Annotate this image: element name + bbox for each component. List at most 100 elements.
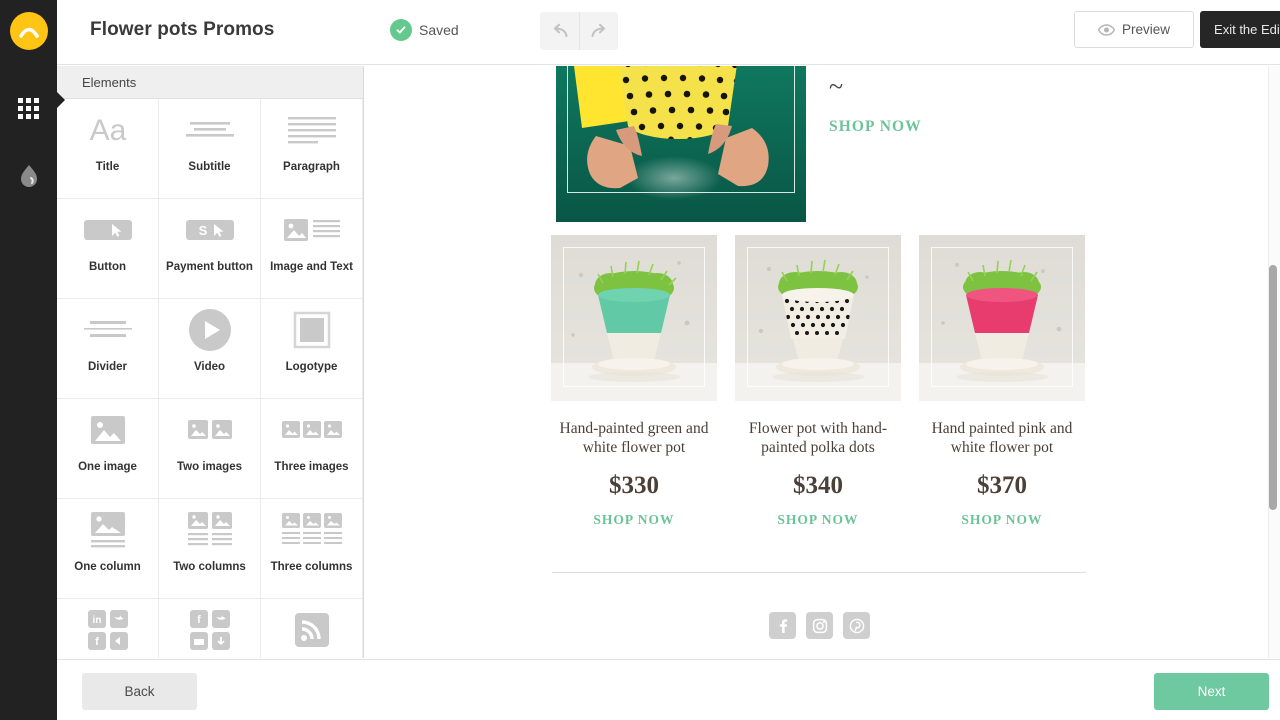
save-status-label: Saved <box>419 22 459 38</box>
elements-grid: Aa Title Subtitle Paragraph Button S Pay… <box>57 99 363 658</box>
arch-logo-icon <box>19 27 39 38</box>
element-tile-three-columns[interactable]: Three columns <box>261 499 363 599</box>
element-tile-video[interactable]: Video <box>159 299 261 399</box>
instagram-link[interactable] <box>806 612 833 639</box>
element-tile-label: Title <box>95 161 120 173</box>
redo-arrow-icon <box>590 23 605 38</box>
element-tile-label: One column <box>74 561 141 573</box>
logotype-square-icon <box>293 299 331 361</box>
payment-button-icon: S <box>184 199 236 261</box>
social-facebook-twitter-icon: f <box>189 599 231 658</box>
preview-button[interactable]: Preview <box>1074 11 1194 48</box>
product-shop-now-link[interactable]: SHOP NOW <box>961 512 1042 528</box>
one-image-icon <box>89 399 127 461</box>
element-tile-button[interactable]: Button <box>57 199 159 299</box>
canvas-scrollbar-thumb[interactable] <box>1269 265 1277 510</box>
one-column-icon <box>88 499 128 561</box>
element-tile-label: Two columns <box>173 561 246 573</box>
product-image-frame <box>563 247 705 387</box>
element-tile-divider[interactable]: Divider <box>57 299 159 399</box>
product-grid: Hand-painted green and white flower pot … <box>551 235 1086 528</box>
elements-panel: Elements Aa Title Subtitle Paragraph But… <box>57 66 364 658</box>
element-tile-logotype[interactable]: Logotype <box>261 299 363 399</box>
product-image[interactable] <box>735 235 901 401</box>
social-linkedin-twitter-icon: in f <box>87 599 129 658</box>
exit-editor-label: Exit the Editor <box>1214 22 1280 37</box>
element-tile-paragraph[interactable]: Paragraph <box>261 99 363 199</box>
back-button[interactable]: Back <box>82 673 197 710</box>
sidebar-item-design[interactable] <box>0 156 57 196</box>
hero-text-block: ~ SHOP NOW <box>829 74 1059 136</box>
next-button[interactable]: Next <box>1154 673 1269 710</box>
next-button-label: Next <box>1197 684 1226 699</box>
button-cursor-icon <box>82 199 134 261</box>
exit-editor-button[interactable]: Exit the Editor <box>1200 11 1280 48</box>
hero-image-frame <box>567 66 795 193</box>
element-tile-one-image[interactable]: One image <box>57 399 159 499</box>
subtitle-lines-icon <box>185 99 235 161</box>
two-columns-icon <box>187 499 233 561</box>
facebook-icon <box>779 618 787 633</box>
element-tile-one-column[interactable]: One column <box>57 499 159 599</box>
element-tile-payment-button[interactable]: S Payment button <box>159 199 261 299</box>
back-button-label: Back <box>124 684 155 699</box>
svg-text:in: in <box>92 615 101 626</box>
element-tile-two-images[interactable]: Two images <box>159 399 261 499</box>
product-image[interactable] <box>551 235 717 401</box>
svg-text:f: f <box>197 614 201 626</box>
pinterest-link[interactable] <box>843 612 870 639</box>
instagram-icon <box>812 618 827 633</box>
page-title: Flower pots Promos <box>90 19 275 40</box>
element-tile-three-images[interactable]: Three images <box>261 399 363 499</box>
elements-panel-title: Elements <box>82 74 137 90</box>
undo-button[interactable] <box>540 12 579 50</box>
svg-text:f: f <box>95 636 99 648</box>
product-title: Hand-painted green and white flower pot <box>559 420 709 457</box>
hero-divider-glyph: ~ <box>829 72 844 101</box>
footer-divider <box>552 572 1086 573</box>
element-tile-label: Divider <box>88 361 127 373</box>
product-shop-now-link[interactable]: SHOP NOW <box>777 512 858 528</box>
element-tile-label: Button <box>88 261 127 273</box>
title-aa-icon: Aa <box>80 99 136 161</box>
element-tile-label: Three images <box>274 461 349 473</box>
save-status: Saved <box>390 19 459 41</box>
product-price: $340 <box>793 471 843 499</box>
hero-image[interactable] <box>556 66 806 222</box>
social-links <box>769 612 870 639</box>
page-canvas[interactable]: ~ SHOP NOW Hand-painted green and white … <box>365 66 1280 658</box>
three-images-icon <box>281 399 343 461</box>
sidebar-item-elements[interactable] <box>0 88 57 128</box>
element-tile-label: Subtitle <box>188 161 231 173</box>
grid-apps-icon <box>18 97 39 119</box>
product-image-frame <box>931 247 1073 387</box>
two-images-icon <box>187 399 233 461</box>
product-card: Flower pot with hand-painted polka dots … <box>735 235 901 528</box>
top-toolbar: Flower pots Promos Saved Preview Exit th… <box>57 0 1280 65</box>
element-tile-rss[interactable] <box>261 599 363 658</box>
element-tile-image-and-text[interactable]: Image and Text <box>261 199 363 299</box>
product-shop-now-link[interactable]: SHOP NOW <box>593 512 674 528</box>
element-tile-social-linkedin[interactable]: in f <box>57 599 159 658</box>
element-tile-two-columns[interactable]: Two columns <box>159 499 261 599</box>
redo-button[interactable] <box>579 12 618 50</box>
element-tile-label: Video <box>193 361 226 373</box>
product-title: Flower pot with hand-painted polka dots <box>748 420 888 457</box>
product-price: $370 <box>977 471 1027 499</box>
facebook-link[interactable] <box>769 612 796 639</box>
eye-icon <box>1097 23 1115 36</box>
element-tile-label: Payment button <box>166 261 253 273</box>
element-tile-social-facebook[interactable]: f <box>159 599 261 658</box>
element-tile-title[interactable]: Aa Title <box>57 99 159 199</box>
product-image[interactable] <box>919 235 1085 401</box>
editor-window: Flower pots Promos Saved Preview Exit th… <box>0 0 1280 720</box>
undo-redo-group <box>540 12 618 50</box>
product-card: Hand-painted green and white flower pot … <box>551 235 717 528</box>
element-tile-subtitle[interactable]: Subtitle <box>159 99 261 199</box>
rss-feed-icon <box>293 599 331 658</box>
brand-logo[interactable] <box>10 12 48 50</box>
elements-panel-header: Elements <box>57 66 363 99</box>
hero-shop-now-link[interactable]: SHOP NOW <box>829 118 922 136</box>
product-image-frame <box>747 247 889 387</box>
svg-text:S: S <box>198 223 207 238</box>
